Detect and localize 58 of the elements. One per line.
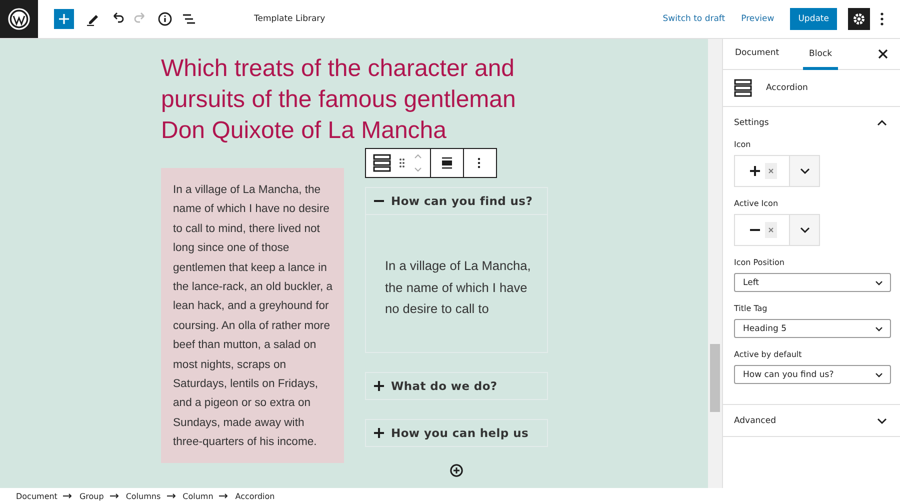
accordion-icon — [734, 79, 752, 97]
field-label: Active Icon — [734, 199, 780, 208]
breadcrumb-item[interactable]: Columns — [126, 492, 161, 500]
more-options-icon[interactable] — [880, 12, 884, 26]
arrow-right-icon — [110, 493, 120, 499]
add-block-button[interactable] — [54, 9, 74, 29]
select-field[interactable]: Left — [734, 273, 891, 292]
heading: Which treats of the character and pursuits of the famous gentleman Don Quixote of La Mancha — [161, 54, 517, 146]
add-block-icon[interactable] — [450, 464, 463, 477]
breadcrumb-item[interactable]: Group — [79, 492, 104, 500]
accordion-icon[interactable] — [373, 154, 391, 172]
remove-icon[interactable] — [764, 222, 776, 238]
toolbar-link[interactable]: Switch to draft — [662, 14, 726, 24]
field-label: Icon — [734, 140, 752, 149]
document-title: Template Library — [254, 14, 326, 24]
field-label: Icon Position — [734, 258, 786, 267]
scrollbar[interactable] — [708, 39, 722, 488]
pencil-icon[interactable] — [86, 12, 100, 26]
icon-picker[interactable] — [734, 155, 820, 187]
field-label: Active by default — [734, 350, 803, 359]
close-icon[interactable] — [878, 49, 888, 59]
toolbar-link[interactable]: Preview — [741, 14, 774, 24]
arrow-right-icon — [219, 493, 230, 499]
scrollbar-thumb[interactable] — [710, 344, 720, 412]
plus-icon — [58, 13, 70, 25]
panel-header[interactable]: Advanced — [723, 405, 900, 436]
plus-icon — [748, 164, 762, 178]
update-button[interactable]: Update — [790, 8, 837, 30]
list-view-icon[interactable] — [182, 12, 196, 26]
align-icon[interactable] — [441, 157, 453, 169]
breadcrumb-item[interactable]: Accordion — [235, 492, 275, 500]
arrow-right-icon — [166, 493, 177, 499]
settings-button[interactable] — [848, 8, 870, 30]
more-options-icon[interactable] — [477, 157, 481, 169]
select-field[interactable]: Heading 5 — [734, 319, 891, 338]
wordpress-logo[interactable] — [0, 0, 38, 38]
accordion-text: In a village of La Mancha, the name of which I have no desire to call to — [385, 257, 532, 318]
arrow-right-icon — [63, 493, 74, 499]
settings-icon — [852, 12, 866, 26]
panel-header[interactable]: Settings — [723, 107, 900, 138]
accordion-header[interactable]: What do we do? — [366, 373, 547, 399]
sidebar-tab[interactable]: Document — [735, 38, 780, 70]
accordion-title: How you can help us — [391, 426, 529, 440]
accordion-header[interactable]: How can you find us? — [366, 188, 547, 214]
accordion-header[interactable]: How you can help us — [366, 420, 547, 446]
block-name: Accordion — [766, 83, 808, 93]
accordion-title: How can you find us? — [391, 194, 533, 208]
sidebar-tab[interactable]: Block — [803, 38, 838, 70]
remove-icon[interactable] — [764, 163, 776, 179]
breadcrumb-item[interactable]: Column — [182, 492, 214, 500]
drag-handle-icon[interactable] — [399, 158, 405, 168]
select-field[interactable]: How can you find us? — [734, 365, 891, 384]
info-icon[interactable] — [158, 12, 172, 26]
accordion-title: What do we do? — [391, 379, 498, 393]
breadcrumb-item[interactable]: Document — [16, 492, 58, 500]
field-label: Title Tag — [734, 304, 768, 313]
wordpress-icon — [8, 8, 30, 30]
paragraph: In a village of La Mancha, the name of which I have no desire to call to mind, there lived not long since one of those gentlemen that keep a lance in the lance-rack, an old buckler, a lean hack, and a greyhound for coursing. An olla of rather more beef than mutton, a salad on most nights, scraps on Saturdays, lentils on Fridays, and a pigeon or so extra on Sundays, made away with three-quarters of his income. — [173, 183, 334, 450]
